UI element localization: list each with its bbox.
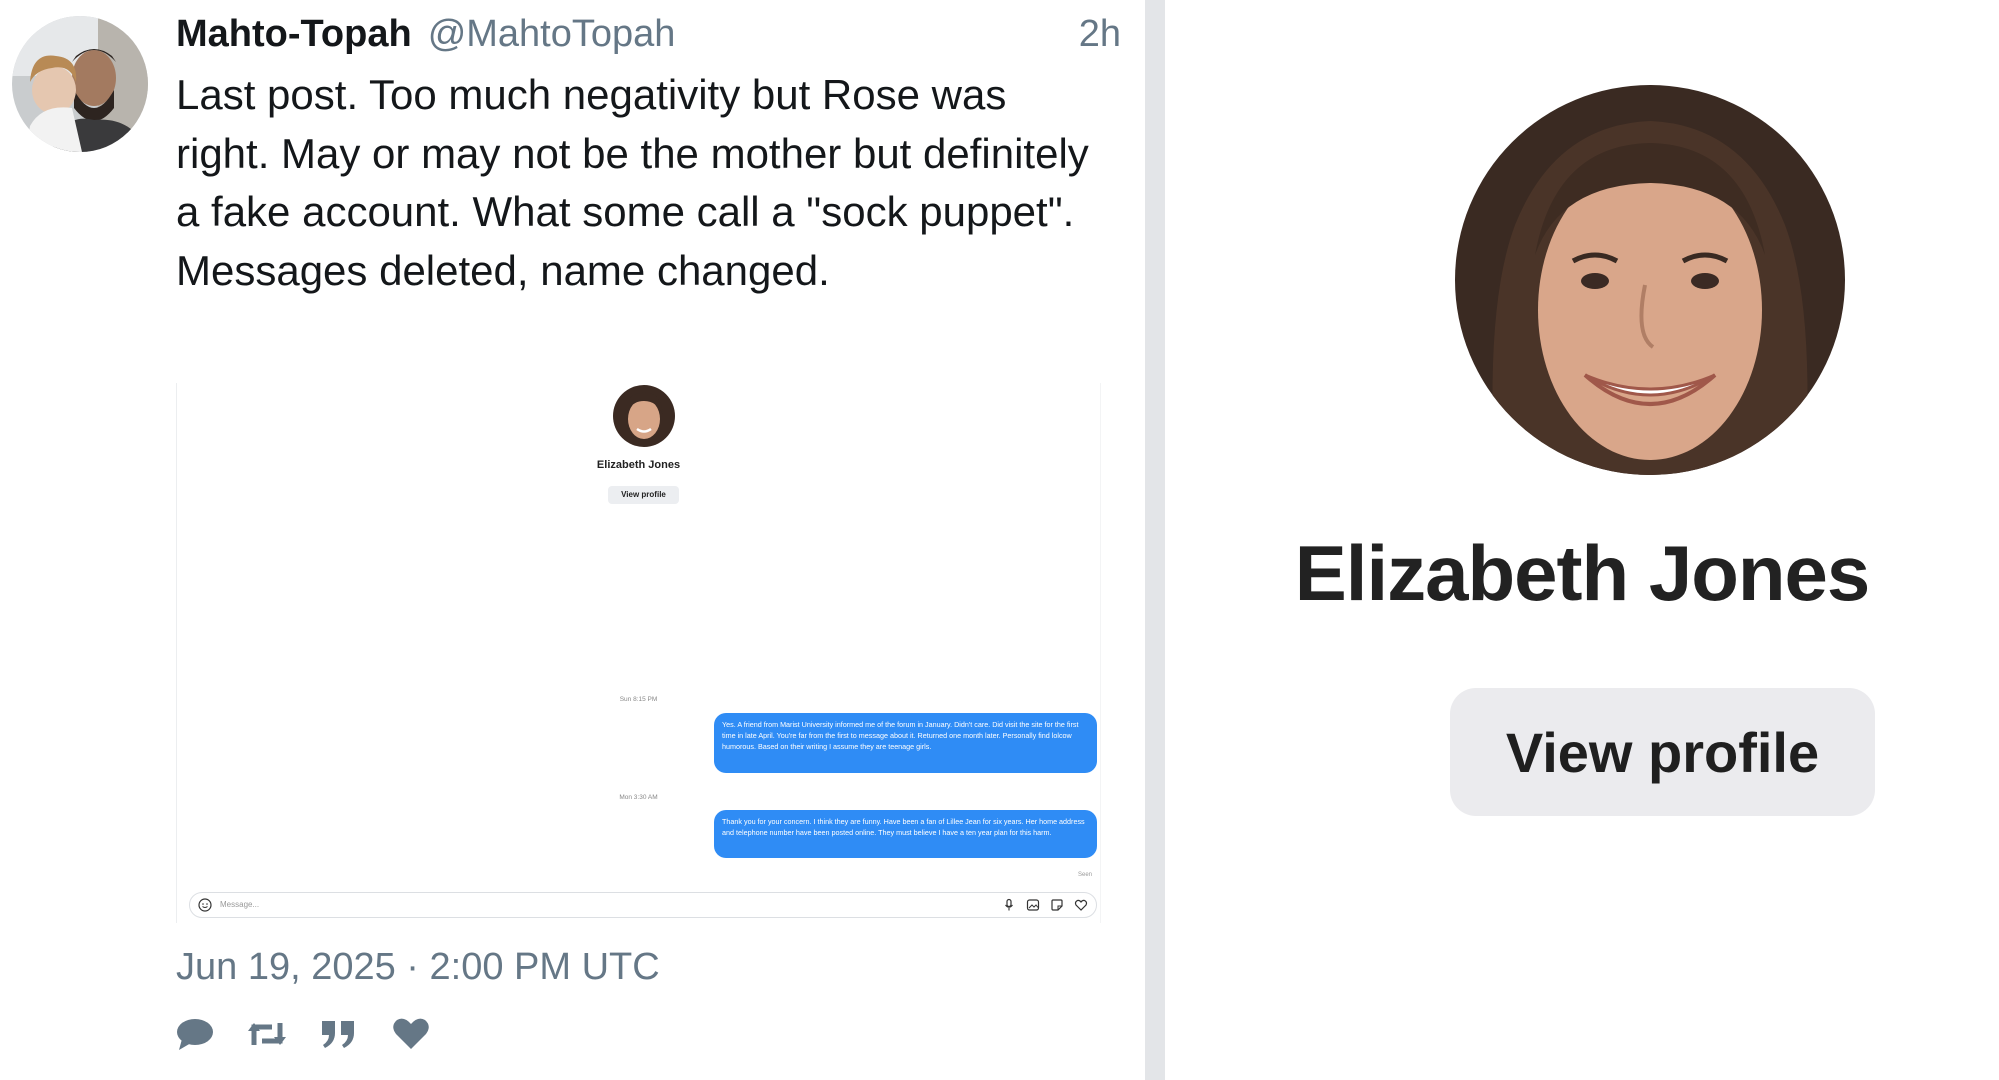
chat-input-placeholder: Message... (220, 900, 260, 909)
tweet-actions (176, 1017, 464, 1051)
chat-input-tools (1002, 898, 1088, 912)
chat-timestamp: Mon 3:30 AM (619, 794, 658, 801)
profile-avatar (1455, 85, 1845, 475)
tweet-text: Last post. Too much negativity but Rose … (176, 71, 1089, 294)
heart-icon[interactable] (1074, 898, 1088, 912)
chat-timestamp: Sun 8:15 PM (619, 696, 658, 703)
tweet-panel: Mahto-Topah @MahtoTopah 2h Last post. To… (0, 0, 1145, 1080)
chat-message-bubble: Thank you for your concern. I think they… (714, 810, 1097, 858)
user-handle[interactable]: @MahtoTopah (428, 13, 676, 56)
profile-zoom-panel: Elizabeth Jones View profile (1165, 0, 1999, 1080)
like-icon[interactable] (392, 1017, 429, 1051)
quote-icon[interactable] (320, 1017, 356, 1051)
view-profile-button[interactable]: View profile (1450, 688, 1875, 816)
profile-name: Elizabeth Jones (1294, 529, 1871, 617)
sticker-icon[interactable] (1050, 898, 1064, 912)
author-avatar[interactable] (12, 16, 148, 152)
image-icon[interactable] (1026, 898, 1040, 912)
microphone-icon[interactable] (1002, 898, 1016, 912)
seen-indicator: Seen (1077, 872, 1092, 878)
chat-avatar (613, 385, 675, 447)
chat-view-profile-button[interactable]: View profile (608, 486, 679, 504)
tweet-date[interactable]: Jun 19, 2025 · 2:00 PM UTC (176, 946, 660, 989)
chat-message-bubble: Yes. A friend from Marist University inf… (714, 713, 1097, 773)
panel-divider (1145, 0, 1165, 1080)
relative-timestamp[interactable]: 2h (1079, 13, 1121, 56)
reply-icon[interactable] (176, 1017, 213, 1051)
retweet-icon[interactable] (248, 1017, 286, 1051)
chat-contact-name: Elizabeth Jones (596, 459, 681, 471)
attached-screenshot[interactable]: Elizabeth Jones View profile Sun 8:15 PM… (176, 383, 1101, 923)
chat-message-input[interactable]: Message... (189, 892, 1097, 918)
tweet-header: Mahto-Topah @MahtoTopah 2h (176, 8, 1121, 60)
display-name[interactable]: Mahto-Topah (176, 13, 412, 56)
emoji-icon[interactable] (198, 898, 212, 912)
